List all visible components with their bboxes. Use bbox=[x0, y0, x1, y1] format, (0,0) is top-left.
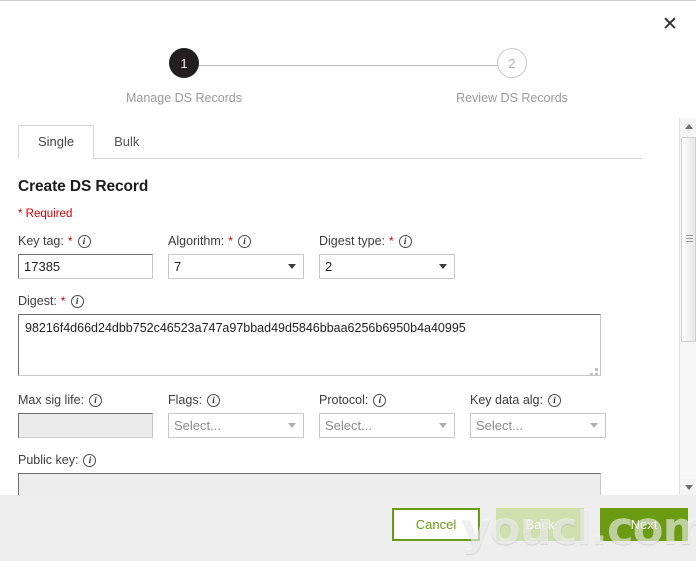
digest-type-required-asterisk: * bbox=[389, 234, 394, 248]
dialog-content: Single Bulk Create DS Record * Required … bbox=[0, 118, 660, 496]
key-data-alg-select[interactable]: Select... bbox=[470, 413, 606, 438]
digest-type-select-wrap: 2 bbox=[319, 254, 455, 279]
stepper-step-review-ds-records[interactable]: 2 Review DS Records bbox=[442, 48, 582, 105]
label-max-sig-life: Max sig life: i bbox=[18, 392, 153, 408]
protocol-info-icon[interactable]: i bbox=[373, 393, 387, 407]
flags-select[interactable]: Select... bbox=[168, 413, 304, 438]
label-flags: Flags: i bbox=[168, 392, 304, 408]
required-note: * Required bbox=[18, 208, 73, 220]
digest-textarea-wrap bbox=[18, 314, 601, 379]
form-row-secondary: Max sig life: i Flags: i Select... Proto… bbox=[18, 392, 642, 438]
field-public-key: Public key: i bbox=[18, 452, 642, 496]
digest-type-select[interactable]: 2 bbox=[319, 254, 455, 279]
key-tag-info-icon[interactable]: i bbox=[77, 234, 91, 248]
flags-select-wrap: Select... bbox=[168, 413, 304, 438]
label-public-key: Public key: i bbox=[18, 452, 642, 468]
field-protocol: Protocol: i Select... bbox=[319, 392, 455, 438]
label-max-sig-life-text: Max sig life: bbox=[18, 393, 84, 407]
label-algorithm-text: Algorithm: bbox=[168, 234, 225, 248]
create-ds-record-dialog: ✕ 1 Manage DS Records 2 Review DS Record… bbox=[0, 0, 696, 561]
label-key-tag-text: Key tag: bbox=[18, 234, 64, 248]
field-digest-type: Digest type: * i 2 bbox=[319, 233, 455, 279]
protocol-select[interactable]: Select... bbox=[319, 413, 455, 438]
field-flags: Flags: i Select... bbox=[168, 392, 304, 438]
close-icon[interactable]: ✕ bbox=[658, 12, 682, 36]
step-1-circle: 1 bbox=[169, 48, 199, 78]
page-title: Create DS Record bbox=[18, 178, 149, 195]
key-data-alg-info-icon[interactable]: i bbox=[547, 393, 561, 407]
key-data-alg-select-wrap: Select... bbox=[470, 413, 606, 438]
field-key-data-alg: Key data alg: i Select... bbox=[470, 392, 606, 438]
field-key-tag: Key tag: * i bbox=[18, 233, 153, 279]
label-digest-text: Digest: bbox=[18, 294, 57, 308]
back-button[interactable]: Back bbox=[496, 508, 584, 541]
label-flags-text: Flags: bbox=[168, 393, 203, 407]
algorithm-info-icon[interactable]: i bbox=[237, 234, 251, 248]
scroll-down-icon[interactable] bbox=[680, 479, 696, 496]
step-1-label: Manage DS Records bbox=[125, 91, 243, 105]
max-sig-life-info-icon[interactable]: i bbox=[89, 393, 102, 407]
content-scrollbar[interactable] bbox=[679, 118, 696, 496]
field-max-sig-life: Max sig life: i bbox=[18, 392, 153, 438]
digest-type-info-icon[interactable]: i bbox=[398, 234, 412, 248]
tab-bar: Single Bulk bbox=[18, 123, 642, 159]
algorithm-select-wrap: 7 bbox=[168, 254, 304, 279]
label-key-data-alg: Key data alg: i bbox=[470, 392, 606, 408]
form-row-primary: Key tag: * i Algorithm: * i 7 bbox=[18, 233, 642, 279]
field-digest: Digest: * i bbox=[18, 293, 642, 379]
protocol-select-wrap: Select... bbox=[319, 413, 455, 438]
step-2-label: Review DS Records bbox=[456, 91, 568, 105]
max-sig-life-input[interactable] bbox=[18, 413, 153, 438]
key-tag-input[interactable] bbox=[18, 254, 153, 279]
scroll-up-icon[interactable] bbox=[680, 118, 696, 135]
label-algorithm: Algorithm: * i bbox=[168, 233, 304, 249]
next-button[interactable]: Next bbox=[600, 508, 688, 541]
tab-bulk[interactable]: Bulk bbox=[94, 125, 159, 158]
label-digest-type: Digest type: * i bbox=[319, 233, 455, 249]
digest-required-asterisk: * bbox=[60, 294, 66, 308]
public-key-info-icon[interactable]: i bbox=[83, 453, 97, 467]
cancel-button[interactable]: Cancel bbox=[392, 508, 480, 541]
step-2-circle: 2 bbox=[497, 48, 527, 78]
label-protocol-text: Protocol: bbox=[319, 393, 369, 407]
algorithm-required-asterisk: * bbox=[228, 234, 233, 248]
tab-single[interactable]: Single bbox=[18, 125, 95, 159]
field-algorithm: Algorithm: * i 7 bbox=[168, 233, 304, 279]
label-digest: Digest: * i bbox=[18, 293, 642, 309]
public-key-textarea[interactable] bbox=[18, 473, 601, 496]
label-public-key-text: Public key: bbox=[18, 453, 79, 467]
scrollbar-grip-icon bbox=[686, 234, 693, 245]
key-tag-required-asterisk: * bbox=[67, 234, 73, 248]
flags-info-icon[interactable]: i bbox=[207, 393, 221, 407]
dialog-footer: Cancel Back Next youcl.com bbox=[0, 495, 696, 561]
label-key-data-alg-text: Key data alg: bbox=[470, 393, 543, 407]
label-protocol: Protocol: i bbox=[319, 392, 455, 408]
label-key-tag: Key tag: * i bbox=[18, 233, 153, 249]
stepper-step-manage-ds-records[interactable]: 1 Manage DS Records bbox=[114, 48, 254, 105]
label-digest-type-text: Digest type: bbox=[319, 234, 386, 248]
algorithm-select[interactable]: 7 bbox=[168, 254, 304, 279]
wizard-stepper: 1 Manage DS Records 2 Review DS Records bbox=[0, 48, 696, 118]
digest-info-icon[interactable]: i bbox=[70, 294, 84, 308]
dialog-content-scroll-area: Single Bulk Create DS Record * Required … bbox=[0, 118, 696, 496]
scrollbar-thumb[interactable] bbox=[681, 137, 696, 342]
digest-textarea[interactable] bbox=[18, 314, 601, 376]
